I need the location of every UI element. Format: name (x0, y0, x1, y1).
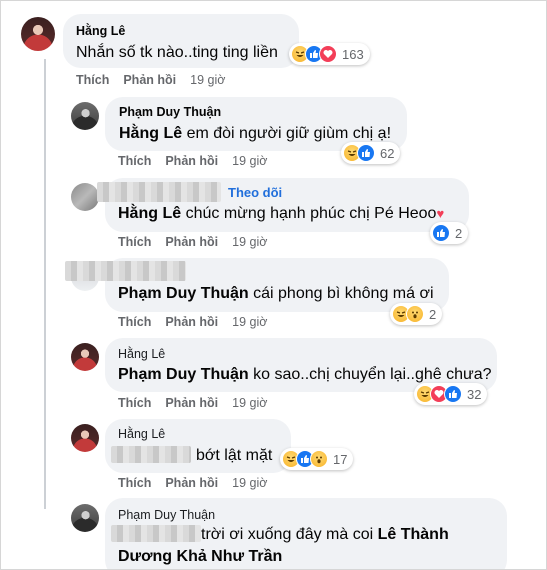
comment-body: ko sao..chị chuyển lại..ghê chưa? (248, 366, 492, 383)
timestamp[interactable]: 19 giờ (232, 476, 267, 490)
redacted-name (65, 261, 186, 281)
reaction-count: 32 (467, 386, 482, 402)
comment-text: Phạm Duy Thuận ko sao..chị chuyển lại..g… (118, 366, 492, 384)
mention-link[interactable]: Hằng Lê (118, 205, 181, 222)
mention-link[interactable]: Phạm Duy Thuận (118, 366, 249, 383)
wow-icon (310, 450, 328, 468)
comment-actions: Thích Phản hồi 19 giờ (118, 396, 281, 410)
like-link[interactable]: Thích (118, 154, 151, 168)
comment-actions: Thích Phản hồi 19 giờ (118, 235, 281, 249)
comment-actions: Thích Phản hồi 19 giờ (118, 154, 281, 168)
reaction-summary[interactable]: 17 (280, 448, 354, 470)
reply-link[interactable]: Phản hồi (123, 73, 176, 87)
like-link[interactable]: Thích (118, 235, 151, 249)
reaction-summary[interactable]: 32 (414, 383, 488, 405)
thread-line (44, 59, 46, 509)
like-link[interactable]: Thích (118, 476, 151, 490)
comment-author[interactable]: Hằng Lê (76, 24, 125, 38)
reaction-summary[interactable]: 62 (341, 142, 401, 164)
reply-link[interactable]: Phản hồi (165, 476, 218, 490)
reaction-count: 62 (380, 145, 395, 161)
avatar[interactable] (71, 183, 99, 211)
avatar[interactable] (21, 17, 55, 51)
timestamp[interactable]: 19 giờ (232, 154, 267, 168)
timestamp[interactable]: 19 giờ (190, 73, 225, 87)
like-icon (432, 224, 450, 242)
reaction-count: 163 (342, 46, 364, 62)
like-link[interactable]: Thích (76, 73, 109, 87)
like-icon (357, 144, 375, 162)
reaction-count: 2 (429, 306, 437, 322)
reaction-count: 17 (333, 451, 348, 467)
avatar[interactable] (71, 424, 99, 452)
comment-text: bớt lật mặt (196, 447, 273, 464)
avatar[interactable] (71, 504, 99, 532)
wow-icon (406, 305, 424, 323)
reaction-summary[interactable]: 2 (390, 303, 443, 325)
comment-body: trời ơi xuống đây mà coi (201, 526, 378, 543)
comment-thread: Hằng Lê Nhắn số tk nào..ting ting liền 1… (0, 0, 547, 570)
redacted-name (97, 182, 221, 202)
timestamp[interactable]: 19 giờ (232, 396, 267, 410)
comment-text: Hằng Lê em đòi người giữ giùm chị ạ! (119, 125, 391, 143)
heart-icon: ♥ (436, 206, 445, 221)
mention-link[interactable]: Lê Thành (378, 526, 449, 543)
like-icon (444, 385, 462, 403)
reaction-count: 2 (455, 225, 463, 241)
redacted-mention (111, 446, 191, 463)
comment-actions: Thích Phản hồi 19 giờ (118, 476, 281, 490)
reply-link[interactable]: Phản hồi (165, 235, 218, 249)
comment-author[interactable]: Phạm Duy Thuận (119, 105, 221, 119)
reply-link[interactable]: Phản hồi (165, 154, 218, 168)
avatar[interactable] (71, 102, 99, 130)
reply-link[interactable]: Phản hồi (165, 396, 218, 410)
comment-author[interactable]: Hằng Lê (118, 427, 165, 441)
comment-body: em đòi người giữ giùm chị ạ! (182, 125, 392, 142)
reaction-summary[interactable]: 2 (430, 222, 469, 244)
timestamp[interactable]: 19 giờ (232, 315, 267, 329)
comment-actions: Thích Phản hồi 19 giờ (118, 315, 281, 329)
mention-link[interactable]: Dương Khả Như Trần (118, 548, 282, 565)
comment-body: cái phong bì không má ơi (248, 285, 434, 302)
like-link[interactable]: Thích (118, 315, 151, 329)
redacted-mention (111, 525, 201, 542)
comment-body: chúc mừng hạnh phúc chị Pé Heoo (181, 205, 437, 222)
reaction-summary[interactable]: 163 (289, 43, 370, 65)
comment-author[interactable]: Phạm Duy Thuận (118, 508, 215, 522)
comment-text: Nhắn số tk nào..ting ting liền (76, 44, 278, 61)
comment-text: Hằng Lê chúc mừng hạnh phúc chị Pé Heoo♥ (118, 205, 444, 223)
timestamp[interactable]: 19 giờ (232, 235, 267, 249)
reply-link[interactable]: Phản hồi (165, 315, 218, 329)
comment-author[interactable]: Hằng Lê (118, 347, 165, 361)
comment-text: Phạm Duy Thuận cái phong bì không má ơi (118, 285, 434, 303)
mention-link[interactable]: Phạm Duy Thuận (118, 285, 249, 302)
mention-link[interactable]: Hằng Lê (119, 125, 182, 142)
comment-actions: Thích Phản hồi 19 giờ (76, 73, 239, 87)
like-link[interactable]: Thích (118, 396, 151, 410)
avatar[interactable] (71, 343, 99, 371)
comment-text-line2: Dương Khả Như Trần (118, 548, 282, 566)
follow-link[interactable]: Theo dõi (228, 185, 282, 200)
comment-text: trời ơi xuống đây mà coi Lê Thành (201, 526, 449, 544)
love-icon (319, 45, 337, 63)
